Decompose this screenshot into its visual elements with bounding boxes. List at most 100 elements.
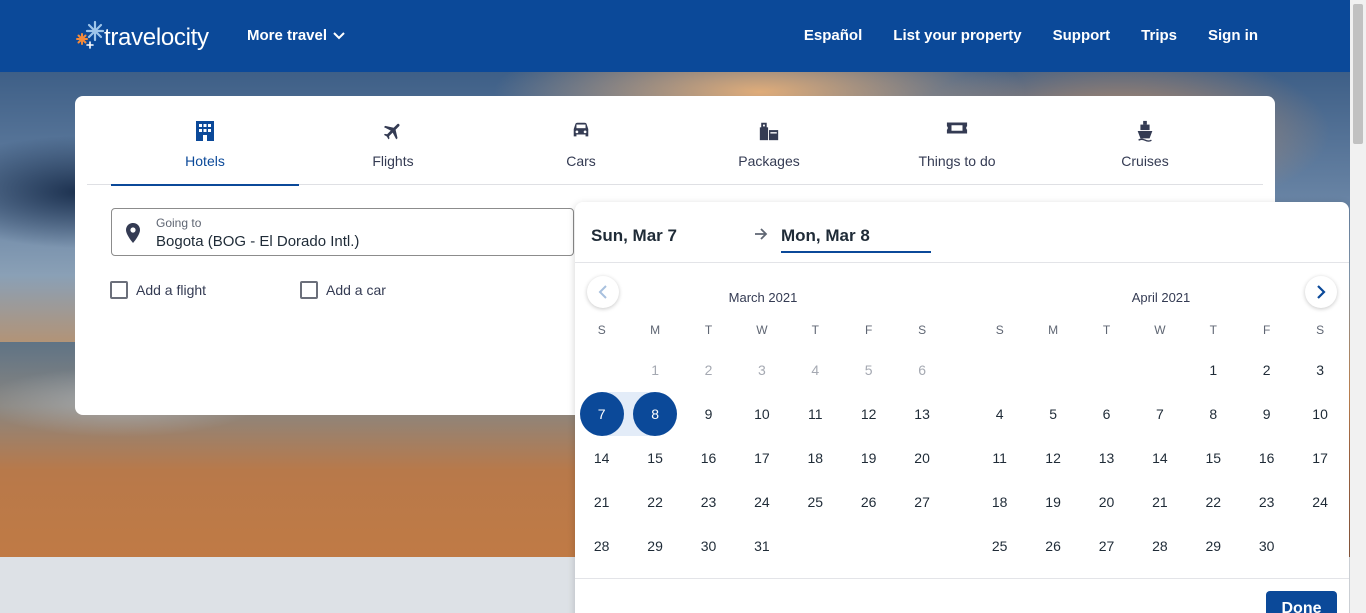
nav-list-your-property[interactable]: List your property xyxy=(893,27,1021,44)
nav-support[interactable]: Support xyxy=(1053,27,1111,44)
calendar-day[interactable]: 27 xyxy=(1085,524,1129,568)
calendar-day[interactable]: 22 xyxy=(1191,480,1235,524)
tab-hotels-label: Hotels xyxy=(185,153,225,169)
calendar-day[interactable]: 29 xyxy=(633,524,677,568)
calendar-day[interactable]: 8 xyxy=(1191,392,1235,436)
calendar-day[interactable]: 29 xyxy=(1191,524,1235,568)
calendar-day[interactable]: 10 xyxy=(1298,392,1342,436)
calendar-day[interactable]: 18 xyxy=(793,436,837,480)
date-picker-footer-divider xyxy=(575,578,1349,579)
calendar-day[interactable]: 13 xyxy=(900,392,944,436)
calendar-day[interactable]: 1 xyxy=(1191,348,1235,392)
going-to-field[interactable]: Going to Bogota (BOG - El Dorado Intl.) xyxy=(111,208,574,256)
calendar-day[interactable]: 10 xyxy=(740,392,784,436)
calendar-day[interactable]: 16 xyxy=(1245,436,1289,480)
add-flight-option[interactable]: Add a flight xyxy=(110,281,206,299)
nav-sign-in[interactable]: Sign in xyxy=(1208,27,1258,44)
going-to-value: Bogota (BOG - El Dorado Intl.) xyxy=(156,233,360,250)
calendar-day: 6 xyxy=(918,362,926,378)
tab-cars-label: Cars xyxy=(566,153,596,169)
calendar-day[interactable]: 30 xyxy=(1245,524,1289,568)
calendar-day: 4 xyxy=(811,362,820,378)
tab-hotels[interactable]: Hotels xyxy=(111,96,299,186)
calendar-day[interactable]: 25 xyxy=(793,480,837,524)
calendar-day[interactable]: 24 xyxy=(740,480,784,524)
calendar-day[interactable]: 14 xyxy=(1138,436,1182,480)
scrollbar-thumb[interactable] xyxy=(1353,4,1363,144)
calendar-day[interactable]: 2 xyxy=(1245,348,1289,392)
calendar-day[interactable]: 5 xyxy=(1031,392,1075,436)
calendar-day[interactable]: 26 xyxy=(1031,524,1075,568)
weekday-header: W xyxy=(756,323,768,337)
calendar-day[interactable]: 12 xyxy=(1031,436,1075,480)
calendar-day[interactable]: 11 xyxy=(978,436,1022,480)
calendar-day[interactable]: 15 xyxy=(633,436,677,480)
logo-star-icon xyxy=(75,18,107,52)
page-scrollbar[interactable] xyxy=(1350,0,1366,613)
logo-text: travelocity xyxy=(104,24,209,51)
going-to-label: Going to xyxy=(156,216,202,230)
calendar-day[interactable]: 26 xyxy=(847,480,891,524)
calendar-day[interactable]: 24 xyxy=(1298,480,1342,524)
calendar-day[interactable]: 9 xyxy=(687,392,731,436)
calendar-day[interactable]: 23 xyxy=(687,480,731,524)
arrow-right-icon xyxy=(755,228,768,240)
nav-trips[interactable]: Trips xyxy=(1141,27,1177,44)
calendar-day[interactable]: 14 xyxy=(580,436,624,480)
car-icon xyxy=(573,122,589,137)
add-car-checkbox[interactable] xyxy=(300,281,318,299)
weekday-header: M xyxy=(650,323,661,337)
calendar-day[interactable]: 17 xyxy=(1298,436,1342,480)
calendar-day[interactable]: 11 xyxy=(793,392,837,436)
calendar-day[interactable]: 8 xyxy=(633,392,678,436)
calendar-day[interactable]: 19 xyxy=(1031,480,1075,524)
tab-packages[interactable]: Packages xyxy=(675,96,863,185)
calendar-day[interactable]: 20 xyxy=(900,436,944,480)
calendar-day[interactable]: 22 xyxy=(633,480,677,524)
nav-espanol[interactable]: Español xyxy=(804,27,862,44)
add-flight-checkbox[interactable] xyxy=(110,281,128,299)
calendar-day: 3 xyxy=(757,362,766,378)
weekday-header: W xyxy=(1154,323,1166,337)
calendar-day[interactable]: 4 xyxy=(978,392,1022,436)
map-pin-icon xyxy=(126,223,140,243)
calendar-day[interactable]: 6 xyxy=(1085,392,1129,436)
tab-things-to-do[interactable]: Things to do xyxy=(863,96,1051,185)
calendar-day[interactable]: 13 xyxy=(1085,436,1129,480)
calendar-day[interactable]: 30 xyxy=(687,524,731,568)
check-in-date[interactable]: Sun, Mar 7 xyxy=(591,226,677,246)
calendar-day[interactable]: 16 xyxy=(687,436,731,480)
weekday-header: F xyxy=(1263,323,1271,337)
calendar-day[interactable]: 20 xyxy=(1085,480,1129,524)
weekday-header: S xyxy=(597,323,606,337)
calendar-day[interactable]: 15 xyxy=(1191,436,1235,480)
tab-things-to-do-label: Things to do xyxy=(918,153,996,169)
travelocity-logo[interactable]: travelocity xyxy=(75,18,209,52)
calendar-day[interactable]: 3 xyxy=(1298,348,1342,392)
calendar-day[interactable]: 12 xyxy=(847,392,891,436)
tab-cruises[interactable]: Cruises xyxy=(1051,96,1239,185)
calendar-day[interactable]: 25 xyxy=(978,524,1022,568)
calendar-day[interactable]: 28 xyxy=(1138,524,1182,568)
done-button[interactable]: Done xyxy=(1266,591,1337,613)
calendar-day[interactable]: 23 xyxy=(1245,480,1289,524)
calendar-day[interactable]: 7 xyxy=(579,392,624,436)
calendar-day[interactable]: 28 xyxy=(580,524,624,568)
check-out-date[interactable]: Mon, Mar 8 xyxy=(781,226,931,253)
calendar-day[interactable]: 19 xyxy=(847,436,891,480)
tab-cars[interactable]: Cars xyxy=(487,96,675,185)
calendar-day[interactable]: 21 xyxy=(580,480,624,524)
calendar-day[interactable]: 21 xyxy=(1138,480,1182,524)
calendar-day[interactable]: 27 xyxy=(900,480,944,524)
calendar-day[interactable]: 7 xyxy=(1138,392,1182,436)
calendar-day[interactable]: 18 xyxy=(978,480,1022,524)
travel-type-tabs: Hotels Flights Cars Packages Things to d… xyxy=(87,96,1263,186)
weekday-header: S xyxy=(918,323,927,337)
add-car-option[interactable]: Add a car xyxy=(300,281,386,299)
calendar-day[interactable]: 9 xyxy=(1245,392,1289,436)
weekday-header: T xyxy=(811,323,819,337)
calendar-day[interactable]: 17 xyxy=(740,436,784,480)
calendar-day[interactable]: 31 xyxy=(740,524,784,568)
tab-flights[interactable]: Flights xyxy=(299,96,487,185)
more-travel-menu[interactable]: More travel xyxy=(247,27,345,44)
